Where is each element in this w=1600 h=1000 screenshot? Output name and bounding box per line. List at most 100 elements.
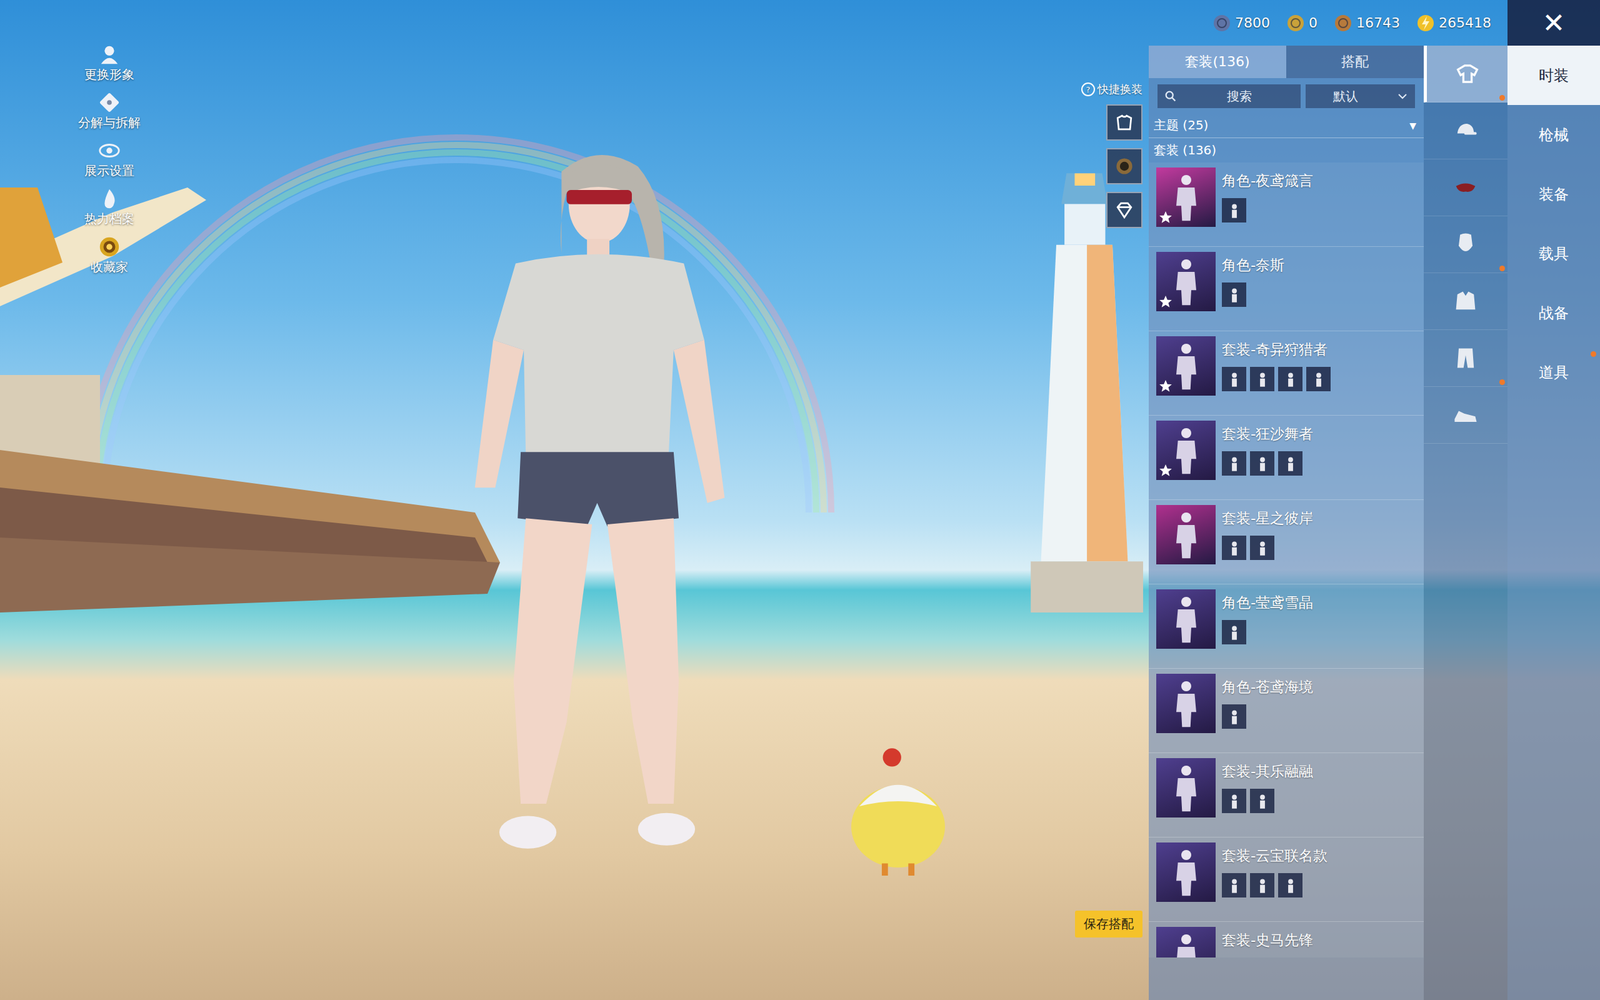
outfit-item[interactable]: 角色-苍鸢海境 xyxy=(1148,668,1424,754)
search-field[interactable]: 搜索 xyxy=(1157,84,1301,109)
main-tab[interactable]: 时装 xyxy=(1507,45,1600,105)
outfit-part[interactable] xyxy=(1250,873,1275,898)
bolt-icon xyxy=(1416,13,1435,33)
category-item[interactable] xyxy=(1423,273,1508,330)
outfit-thumbnail xyxy=(1156,167,1216,227)
outfit-part[interactable] xyxy=(1306,366,1331,392)
outfit-thumbnail xyxy=(1156,758,1216,818)
category-item[interactable] xyxy=(1423,45,1508,103)
outfit-item[interactable]: 套装-其乐融融 xyxy=(1148,753,1424,838)
part-icon xyxy=(1226,371,1243,388)
main-tab[interactable]: 装备 xyxy=(1507,164,1600,224)
outfit-item[interactable]: 套装-云宝联名款 xyxy=(1148,837,1424,922)
outfit-item[interactable]: 套装-史马先锋 xyxy=(1148,921,1424,958)
star-icon xyxy=(1158,379,1173,394)
outfit-item[interactable]: 套装-狂沙舞者 xyxy=(1148,415,1424,500)
category-item[interactable] xyxy=(1423,159,1508,217)
part-icon xyxy=(1226,540,1243,557)
help-icon[interactable]: ? xyxy=(1081,82,1095,97)
category-column xyxy=(1423,45,1508,1000)
outfit-part[interactable] xyxy=(1278,366,1303,392)
main-tab[interactable]: 载具 xyxy=(1507,223,1600,284)
outfit-part[interactable] xyxy=(1221,451,1247,476)
character-figure xyxy=(464,151,730,870)
outfit-part[interactable] xyxy=(1221,535,1247,560)
part-icon xyxy=(1254,793,1271,810)
outfit-part[interactable] xyxy=(1221,620,1247,645)
outfit-part[interactable] xyxy=(1250,451,1275,476)
outfit-item[interactable]: 套装-奇异狩猎者 xyxy=(1148,331,1424,416)
panel-tab[interactable]: 搭配 xyxy=(1286,45,1424,79)
category-item[interactable] xyxy=(1423,330,1508,387)
outfit-part[interactable] xyxy=(1221,873,1247,898)
left-menu-item[interactable]: 收藏家 xyxy=(90,235,129,276)
outfit-figure-icon xyxy=(1169,172,1204,223)
main-tab[interactable]: 道具 xyxy=(1507,342,1600,402)
category-item[interactable] xyxy=(1423,386,1508,444)
main-tabs: 时装枪械装备载具战备道具 xyxy=(1507,45,1600,1000)
part-icon xyxy=(1254,455,1271,472)
puzzle-icon xyxy=(97,90,122,115)
sort-dropdown[interactable]: 默认 xyxy=(1305,84,1415,109)
coin-icon xyxy=(1333,13,1353,33)
category-item[interactable] xyxy=(1423,216,1508,274)
star-icon xyxy=(1158,210,1173,225)
outfit-part[interactable] xyxy=(1250,535,1275,560)
outfit-part[interactable] xyxy=(1221,366,1247,392)
outfit-thumbnail xyxy=(1156,926,1216,958)
outfit-figure-icon xyxy=(1169,425,1204,476)
main-tab[interactable]: 战备 xyxy=(1507,283,1600,343)
outfit-item[interactable]: 角色-奈斯 xyxy=(1148,246,1424,332)
currency-bar: 7800016743265418✕ xyxy=(1061,0,1600,46)
jacket-icon xyxy=(1451,287,1480,315)
outfit-thumbnail xyxy=(1156,420,1216,480)
outfit-thumbnail xyxy=(1156,251,1216,312)
panel-tab[interactable]: 套装(136) xyxy=(1148,45,1287,79)
outfit-part[interactable] xyxy=(1250,366,1275,392)
shoes-icon xyxy=(1451,401,1480,429)
outfit-part[interactable] xyxy=(1221,282,1247,307)
outfit-part[interactable] xyxy=(1221,788,1247,814)
part-icon xyxy=(1226,202,1243,219)
part-icon xyxy=(1282,371,1299,388)
outfit-item[interactable]: 套装-星之彼岸 xyxy=(1148,500,1424,585)
outfit-thumbnail xyxy=(1156,842,1216,902)
left-menu-item[interactable]: 热力档案 xyxy=(84,186,135,228)
part-icon xyxy=(1226,793,1243,810)
left-menu-item[interactable]: 更换形象 xyxy=(84,42,135,84)
outfit-part[interactable] xyxy=(1278,451,1303,476)
outfit-part[interactable] xyxy=(1278,873,1303,898)
ship-icon xyxy=(0,187,513,625)
theme-filter[interactable]: 主题 (25)▼ xyxy=(1148,114,1424,139)
outfit-figure-icon xyxy=(1169,256,1204,307)
outfit-thumbnail xyxy=(1156,589,1216,649)
outfit-item[interactable]: 角色-莹鸢雪晶 xyxy=(1148,584,1424,669)
part-icon xyxy=(1226,455,1243,472)
quick-slot[interactable] xyxy=(1106,148,1143,185)
outfit-figure-icon xyxy=(1169,678,1204,729)
close-button[interactable]: ✕ xyxy=(1507,0,1600,46)
rainbow-icon xyxy=(50,75,863,513)
gem-icon xyxy=(1212,13,1232,33)
quick-slot[interactable] xyxy=(1106,104,1143,141)
outfit-thumbnail xyxy=(1156,673,1216,734)
left-menu-item[interactable]: 展示设置 xyxy=(84,138,135,180)
save-outfit-button[interactable]: 保存搭配 xyxy=(1075,910,1143,938)
main-tab[interactable]: 枪械 xyxy=(1507,105,1600,165)
outfit-figure-icon xyxy=(1169,594,1204,645)
currency: 0 xyxy=(1286,13,1318,33)
outfit-figure-icon xyxy=(1169,763,1204,814)
category-item[interactable] xyxy=(1423,102,1508,160)
chick-pet-figure xyxy=(845,743,952,876)
outfit-part[interactable] xyxy=(1221,704,1247,729)
hat-icon xyxy=(1451,116,1480,145)
left-menu-item[interactable]: 分解与拆解 xyxy=(78,90,141,132)
outfit-part[interactable] xyxy=(1221,198,1247,223)
outfit-item[interactable]: 角色-夜鸢箴言 xyxy=(1148,162,1424,247)
quick-slot[interactable] xyxy=(1106,191,1143,229)
quick-change-label: ?快捷换装 xyxy=(1081,81,1143,97)
avatar-icon xyxy=(97,42,122,67)
badge-dot xyxy=(1499,95,1505,101)
currency: 16743 xyxy=(1333,13,1400,33)
outfit-part[interactable] xyxy=(1250,788,1275,814)
